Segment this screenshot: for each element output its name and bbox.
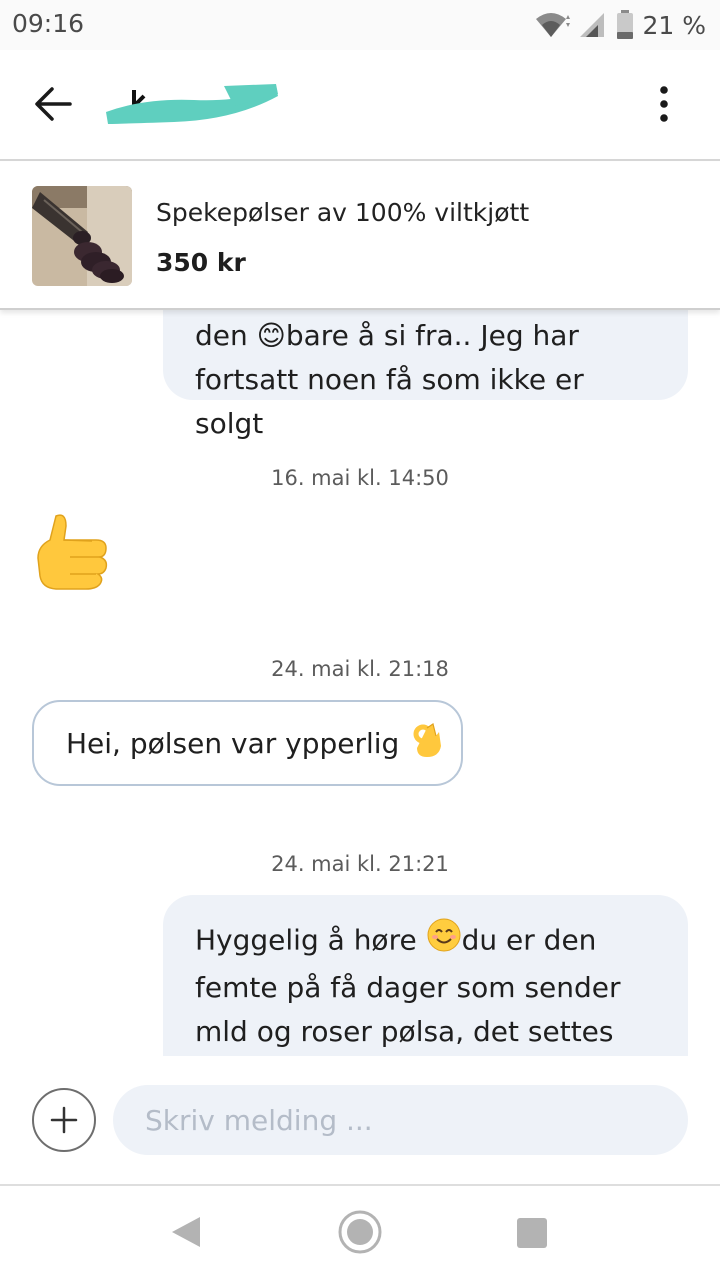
status-time: 09:16: [12, 9, 85, 38]
nav-recents-icon[interactable]: [516, 1217, 548, 1249]
add-attachment-button[interactable]: [32, 1088, 96, 1152]
battery-icon: [617, 10, 634, 39]
plus-icon: [50, 1106, 78, 1134]
more-options-button[interactable]: [648, 84, 680, 124]
message-composer: [0, 1056, 720, 1186]
smiling-face-icon: [426, 917, 462, 966]
message-input[interactable]: [113, 1085, 688, 1155]
message-line: den 😊bare å si fra.. Jeg har: [195, 319, 579, 352]
incoming-emoji-message: 👍: [34, 510, 112, 590]
message-text: Hyggelig å høre: [195, 923, 417, 957]
cell-signal-icon: [580, 13, 605, 37]
nav-home-icon[interactable]: [337, 1209, 383, 1255]
battery-percent: 21 %: [642, 10, 706, 40]
wifi-icon: [536, 13, 571, 37]
ok-hand-icon: [411, 722, 443, 765]
nav-back-icon[interactable]: [170, 1215, 202, 1249]
product-price: 350 kr: [156, 248, 246, 277]
outgoing-message: Hyggelig å høre du er den femte på få da…: [163, 895, 688, 1056]
back-button[interactable]: [30, 84, 80, 124]
status-icons: 21 %: [534, 8, 706, 42]
system-navigation-bar: [0, 1187, 720, 1280]
status-bar: 09:16 21 %: [0, 0, 720, 50]
message-list[interactable]: den 😊bare å si fra.. Jeg har fortsatt no…: [0, 310, 720, 1056]
message-line: fortsatt noen få som ikke er solgt: [195, 363, 584, 440]
outgoing-message: den 😊bare å si fra.. Jeg har fortsatt no…: [163, 310, 688, 440]
thumbs-up-icon: [37, 514, 108, 590]
message-timestamp: 16. mai kl. 14:50: [271, 466, 449, 490]
redaction-mark: [106, 84, 278, 124]
message-timestamp: 24. mai kl. 21:18: [271, 657, 449, 681]
chat-header: [0, 50, 720, 161]
product-image: [32, 186, 132, 286]
product-card[interactable]: Spekepølser av 100% viltkjøtt 350 kr: [0, 162, 720, 310]
message-timestamp: 24. mai kl. 21:21: [271, 852, 449, 876]
product-title: Spekepølser av 100% viltkjøtt: [156, 198, 530, 227]
vertical-dots-icon: [660, 86, 668, 122]
arrow-left-icon: [35, 87, 72, 121]
incoming-message: Hei, pølsen var ypperlig 👌: [32, 700, 463, 786]
message-text: Hei, pølsen var ypperlig: [66, 726, 400, 760]
